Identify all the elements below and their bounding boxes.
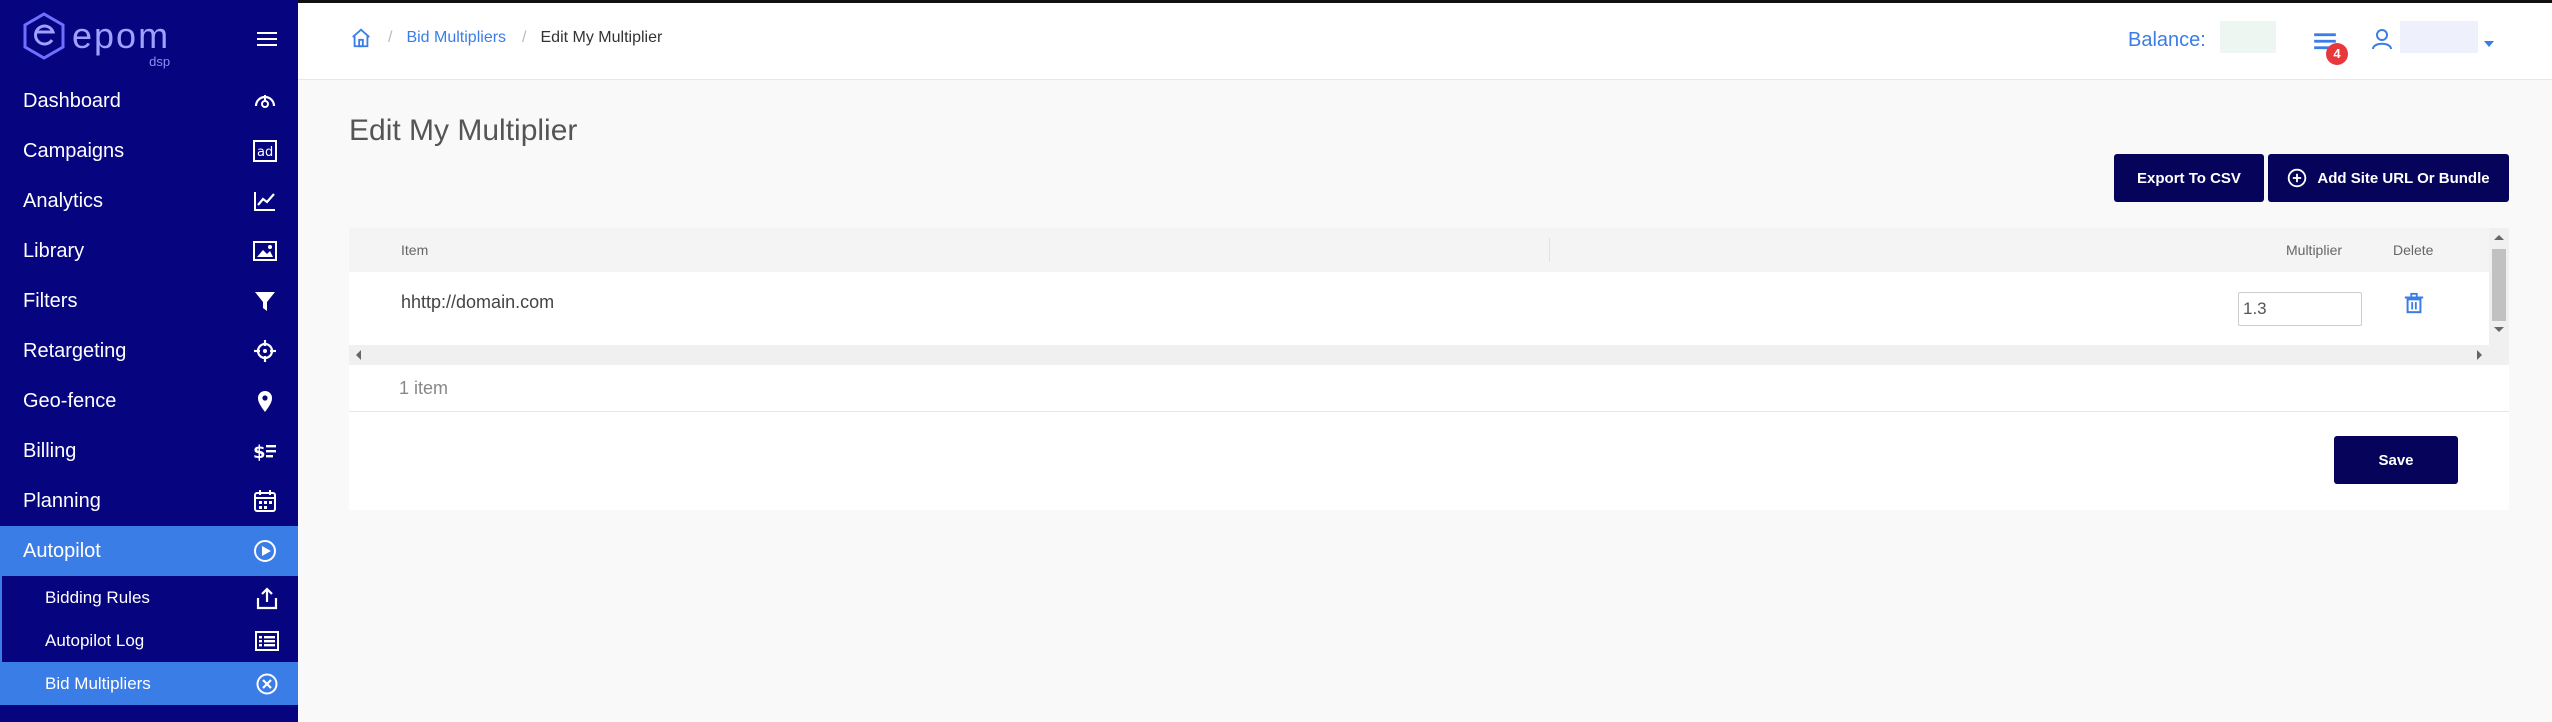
add-site-url-button[interactable]: Add Site URL Or Bundle — [2268, 154, 2509, 202]
scroll-right-arrow-icon[interactable] — [2477, 350, 2482, 360]
sidebar-item-bid-multipliers[interactable]: Bid Multipliers — [2, 662, 298, 705]
sidebar-item-label: Analytics — [23, 189, 104, 212]
svg-text:ad: ad — [257, 145, 273, 160]
breadcrumb-separator: / — [388, 29, 393, 46]
logo-word: epom — [72, 15, 171, 56]
breadcrumb-current: Edit My Multiplier — [540, 29, 663, 46]
notifications-badge: 4 — [2326, 43, 2348, 65]
multiplier-table-card: Item Multiplier Delete hhttp://domain.co… — [349, 228, 2509, 510]
breadcrumb-separator: / — [522, 29, 527, 46]
sidebar-item-label: Autopilot Log — [45, 630, 145, 650]
dollar-list-icon: $ — [253, 439, 277, 463]
add-site-url-label: Add Site URL Or Bundle — [2317, 169, 2490, 187]
breadcrumb-bid-multipliers-link[interactable]: Bid Multipliers — [406, 29, 506, 47]
sidebar-item-filters[interactable]: Filters — [0, 276, 298, 326]
sidebar-item-label: Billing — [23, 439, 77, 462]
balance-label: Balance: — [2128, 29, 2206, 51]
sidebar-item-label: Filters — [23, 289, 78, 312]
row-item-url: hhttp://domain.com — [401, 292, 555, 312]
menu-toggle-icon[interactable] — [257, 32, 277, 46]
sidebar-item-autopilot[interactable]: Autopilot — [0, 526, 298, 576]
scroll-up-arrow-icon[interactable] — [2494, 235, 2504, 240]
upload-icon — [255, 586, 279, 610]
user-icon[interactable] — [2370, 27, 2394, 51]
sidebar-item-retargeting[interactable]: Retargeting — [0, 326, 298, 376]
ad-icon: ad — [253, 139, 277, 163]
svg-text:$: $ — [253, 442, 266, 463]
gauge-icon — [253, 89, 277, 113]
scroll-left-arrow-icon[interactable] — [356, 350, 361, 360]
sidebar-header: epom dsp — [0, 0, 298, 76]
sidebar-item-bidding-rules[interactable]: Bidding Rules — [2, 576, 298, 619]
content-background — [298, 510, 2552, 722]
table-row: hhttp://domain.com — [349, 272, 2489, 338]
sidebar-item-planning[interactable]: Planning — [0, 476, 298, 526]
sidebar-item-label: Autopilot — [23, 539, 101, 562]
column-divider — [1549, 238, 1550, 262]
sidebar-item-label: Dashboard — [23, 89, 121, 112]
autopilot-submenu: Bidding Rules Autopilot Log Bid Multipli… — [0, 576, 298, 705]
save-button[interactable]: Save — [2334, 436, 2458, 484]
sidebar-item-billing[interactable]: Billing $ — [0, 426, 298, 476]
multiplier-input[interactable] — [2238, 292, 2362, 326]
user-menu[interactable] — [2400, 21, 2478, 53]
epom-hexagon-icon — [23, 12, 65, 60]
column-header-delete: Delete — [2393, 242, 2434, 258]
vertical-scrollbar[interactable] — [2489, 228, 2509, 365]
sidebar-item-label: Geo-fence — [23, 389, 117, 412]
sidebar-item-label: Bid Multipliers — [45, 673, 151, 693]
sidebar-item-label: Bidding Rules — [45, 587, 150, 607]
plus-circle-icon — [2288, 168, 2307, 188]
epom-logo[interactable]: epom dsp — [22, 12, 171, 69]
home-icon[interactable] — [350, 27, 372, 49]
item-count: 1 item — [399, 378, 449, 398]
sidebar-item-label: Retargeting — [23, 339, 127, 362]
sidebar-item-dashboard[interactable]: Dashboard — [0, 76, 298, 126]
close-circle-icon — [255, 672, 279, 696]
export-csv-label: Export To CSV — [2137, 169, 2241, 187]
sidebar-item-geo-fence[interactable]: Geo-fence — [0, 376, 298, 426]
image-icon — [253, 239, 277, 263]
chart-line-icon — [253, 189, 277, 213]
sidebar-item-label: Planning — [23, 489, 101, 512]
export-csv-button[interactable]: Export To CSV — [2114, 154, 2264, 202]
breadcrumb: / Bid Multipliers / Edit My Multiplier — [350, 27, 662, 49]
sidebar-item-analytics[interactable]: Analytics — [0, 176, 298, 226]
scrollbar-thumb[interactable] — [2492, 249, 2506, 321]
column-header-multiplier[interactable]: Multiplier — [2286, 242, 2342, 258]
sidebar-item-library[interactable]: Library — [0, 226, 298, 276]
list-icon — [255, 629, 279, 653]
balance-value — [2220, 21, 2276, 53]
trash-icon[interactable] — [2403, 292, 2425, 314]
sidebar-item-label: Library — [23, 239, 85, 262]
logo-sub: dsp — [149, 54, 171, 69]
sidebar-item-label: Campaigns — [23, 139, 125, 162]
page-title: Edit My Multiplier — [349, 114, 578, 147]
table-header: Item Multiplier Delete — [349, 228, 2489, 272]
sidebar-item-autopilot-log[interactable]: Autopilot Log — [2, 619, 298, 662]
sidebar-item-campaigns[interactable]: Campaigns ad — [0, 126, 298, 176]
divider — [349, 411, 2509, 412]
crosshair-icon — [253, 339, 277, 363]
calendar-icon — [253, 489, 277, 513]
chevron-down-icon[interactable] — [2484, 41, 2494, 47]
play-circle-icon — [253, 539, 277, 563]
top-bar: / Bid Multipliers / Edit My Multiplier B… — [298, 0, 2552, 80]
save-label: Save — [2378, 451, 2414, 469]
map-pin-icon — [253, 389, 277, 413]
horizontal-scrollbar[interactable] — [349, 345, 2489, 365]
column-header-item[interactable]: Item — [401, 242, 428, 258]
scroll-down-arrow-icon[interactable] — [2494, 327, 2504, 332]
sidebar: epom dsp Dashboard Campaigns ad Analytic… — [0, 0, 298, 722]
funnel-icon — [253, 289, 277, 313]
